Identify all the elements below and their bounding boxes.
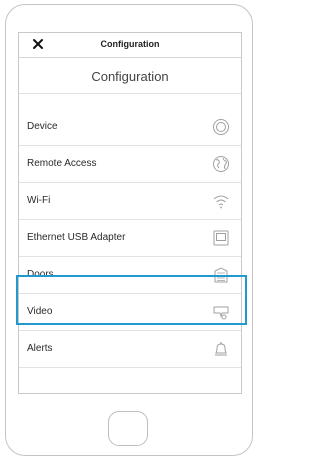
menu-item-label: Wi-Fi xyxy=(27,195,51,206)
phone-frame: Configuration Configuration Device Remot… xyxy=(5,4,253,456)
menu-item-label: Ethernet USB Adapter xyxy=(27,232,126,243)
app-screen: Configuration Configuration Device Remot… xyxy=(18,32,242,394)
menu-item-alerts[interactable]: Alerts xyxy=(19,331,241,368)
topbar-title: Configuration xyxy=(100,39,160,49)
menu-item-label: Remote Access xyxy=(27,158,97,169)
bell-icon xyxy=(215,342,227,356)
page-title: Configuration xyxy=(91,69,169,84)
home-button[interactable] xyxy=(108,411,148,446)
top-bar: Configuration xyxy=(19,33,241,58)
divider xyxy=(19,93,241,94)
menu-item-device[interactable]: Device xyxy=(19,109,241,146)
menu-item-wifi[interactable]: Wi-Fi xyxy=(19,183,241,220)
device-icon xyxy=(213,119,229,135)
globe-icon xyxy=(213,156,229,172)
menu-item-label: Alerts xyxy=(27,343,53,354)
menu-item-ethernet-usb-adapter[interactable]: Ethernet USB Adapter xyxy=(19,220,241,257)
doors-highlight-box xyxy=(16,275,247,325)
wifi-icon xyxy=(213,195,229,209)
ethernet-icon xyxy=(213,230,229,246)
menu-item-remote-access[interactable]: Remote Access xyxy=(19,146,241,183)
menu-item-label: Device xyxy=(27,121,58,132)
